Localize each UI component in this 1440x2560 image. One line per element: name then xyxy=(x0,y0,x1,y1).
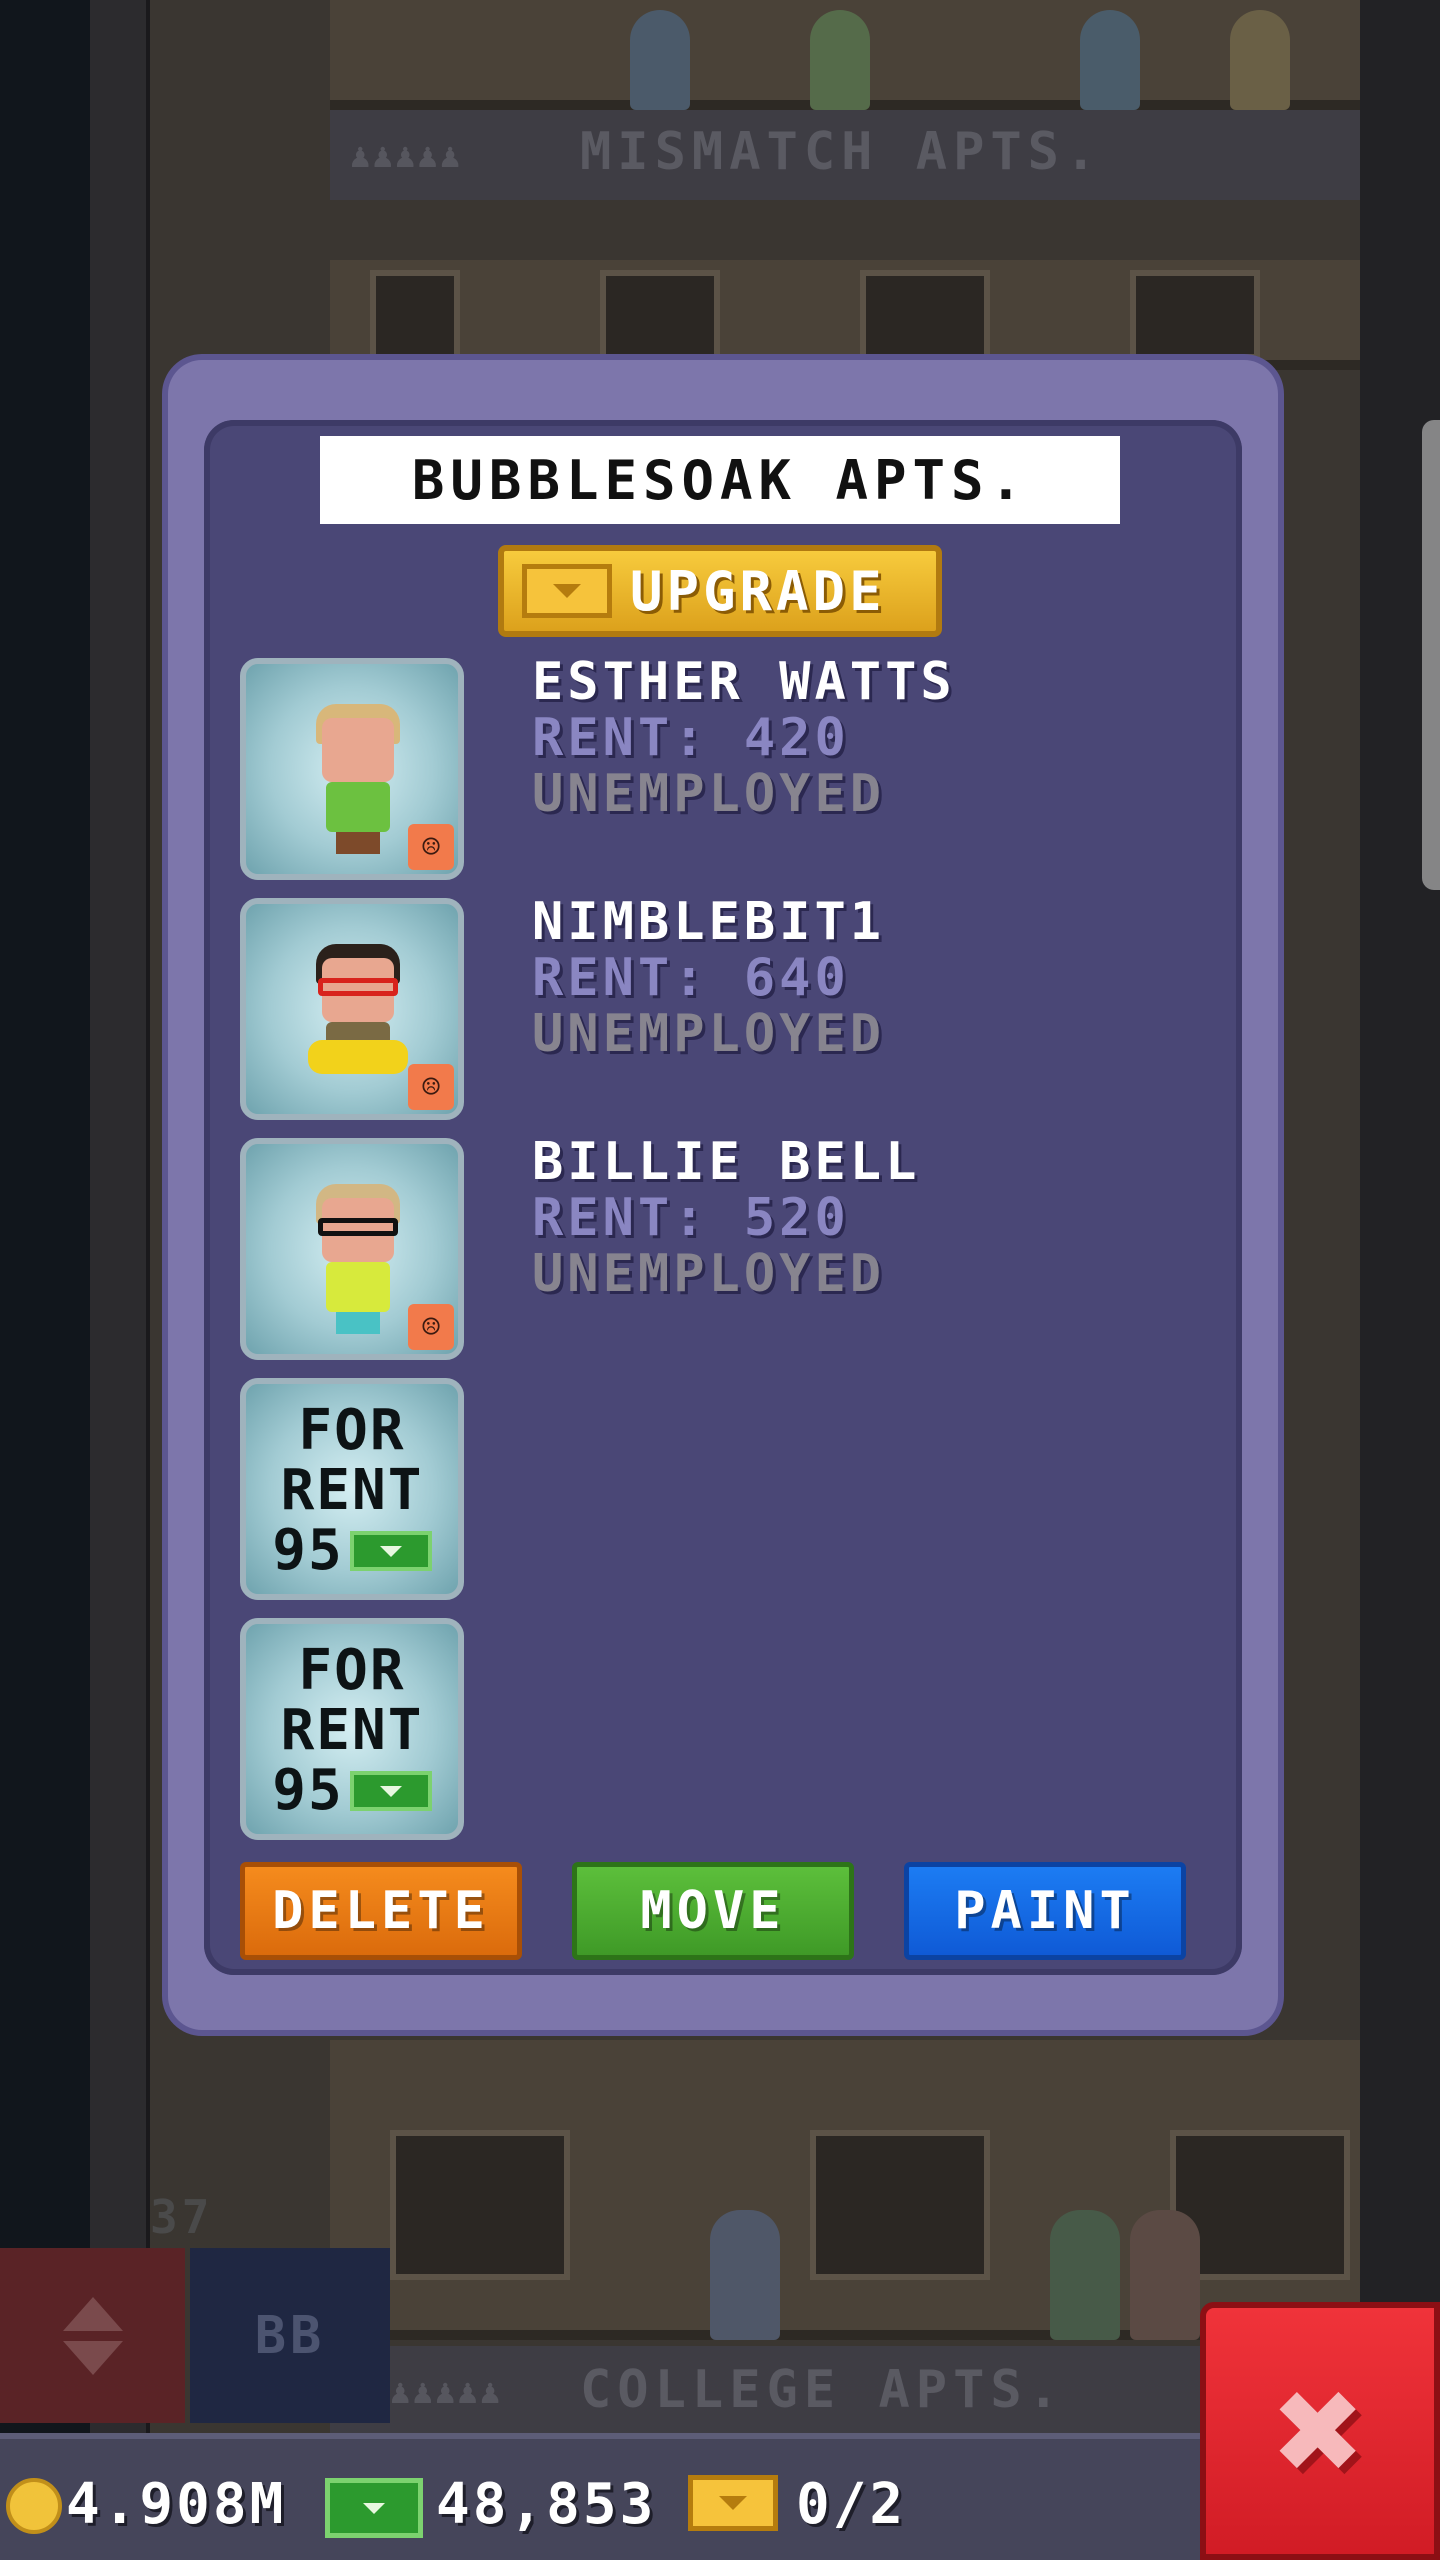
for-rent-slot-2[interactable]: FOR RENT 95 xyxy=(240,1618,464,1840)
resident-slot-1[interactable]: ☹ xyxy=(240,658,464,880)
duck-float-icon xyxy=(308,1040,408,1074)
bux-value: 0/2 xyxy=(796,2472,907,2537)
coins-value: 4.908M xyxy=(66,2472,287,2537)
dialog-title: BUBBLESOAK APTS. xyxy=(320,436,1120,524)
floor-number: 37 xyxy=(150,2190,214,2244)
close-button[interactable]: ✖ xyxy=(1200,2302,1440,2560)
delete-button[interactable]: DELETE xyxy=(240,1862,522,1960)
resident-rent: RENT: 640 xyxy=(532,948,850,1008)
side-drawer-handle[interactable] xyxy=(1422,420,1440,890)
upgrade-button[interactable]: UPGRADE xyxy=(498,545,942,637)
floor-stars: ♟♟♟♟♟ xyxy=(350,136,463,176)
resident-job: UNEMPLOYED xyxy=(532,1004,886,1064)
resident-slot-3[interactable]: ☹ xyxy=(240,1138,464,1360)
cash-icon xyxy=(349,1771,432,1811)
tower-bux-icon xyxy=(522,564,612,618)
floor-label-mismatch: MISMATCH APTS. xyxy=(580,122,1103,182)
for-rent-line1: FOR xyxy=(298,1398,406,1463)
paint-button[interactable]: PAINT xyxy=(904,1862,1186,1960)
resident-avatar xyxy=(308,944,408,1094)
floor-label-college: COLLEGE APTS. xyxy=(580,2360,1065,2420)
background-left-strip xyxy=(0,0,90,2440)
cash-value: 48,853 xyxy=(436,2472,657,2537)
resident-job: UNEMPLOYED xyxy=(532,1244,886,1304)
arrow-down-icon xyxy=(62,2340,123,2375)
bitbook-button[interactable]: BB xyxy=(190,2248,390,2423)
resident-name: NIMBLEBIT1 xyxy=(532,892,886,952)
coin-icon xyxy=(6,2478,62,2534)
for-rent-price: 95 xyxy=(272,1518,344,1583)
resident-avatar xyxy=(308,704,408,854)
for-rent-line2: RENT xyxy=(280,1698,424,1763)
resident-rent: RENT: 420 xyxy=(532,708,850,768)
unhappy-face-icon: ☹ xyxy=(408,1304,454,1350)
floor-top-residents xyxy=(330,0,1360,110)
elevator-shaft xyxy=(90,0,150,2440)
unhappy-face-icon: ☹ xyxy=(408,1064,454,1110)
tower-bux-icon xyxy=(688,2475,778,2531)
resident-name: BILLIE BELL xyxy=(532,1132,921,1192)
for-rent-line2: RENT xyxy=(280,1458,424,1523)
floor-upper xyxy=(330,260,1360,370)
unhappy-face-icon: ☹ xyxy=(408,824,454,870)
resident-job: UNEMPLOYED xyxy=(532,764,886,824)
floor-lower-ceiling xyxy=(330,2040,1360,2120)
for-rent-price: 95 xyxy=(272,1758,344,1823)
arrow-up-icon xyxy=(62,2296,123,2331)
cash-icon xyxy=(325,2478,423,2538)
resident-rent: RENT: 520 xyxy=(532,1188,850,1248)
floor-stars-lower: ♟♟♟♟♟ xyxy=(390,2372,503,2412)
for-rent-line1: FOR xyxy=(298,1638,406,1703)
resident-name: ESTHER WATTS xyxy=(532,652,956,712)
elevator-button[interactable] xyxy=(0,2248,185,2423)
resident-slot-2[interactable]: ☹ xyxy=(240,898,464,1120)
upgrade-label: UPGRADE xyxy=(630,559,886,623)
background-right-strip xyxy=(1360,0,1440,2440)
resident-avatar xyxy=(308,1184,408,1334)
for-rent-slot-1[interactable]: FOR RENT 95 xyxy=(240,1378,464,1600)
close-icon: ✖ xyxy=(1274,2344,1366,2518)
cash-icon xyxy=(349,1531,432,1571)
move-button[interactable]: MOVE xyxy=(572,1862,854,1960)
